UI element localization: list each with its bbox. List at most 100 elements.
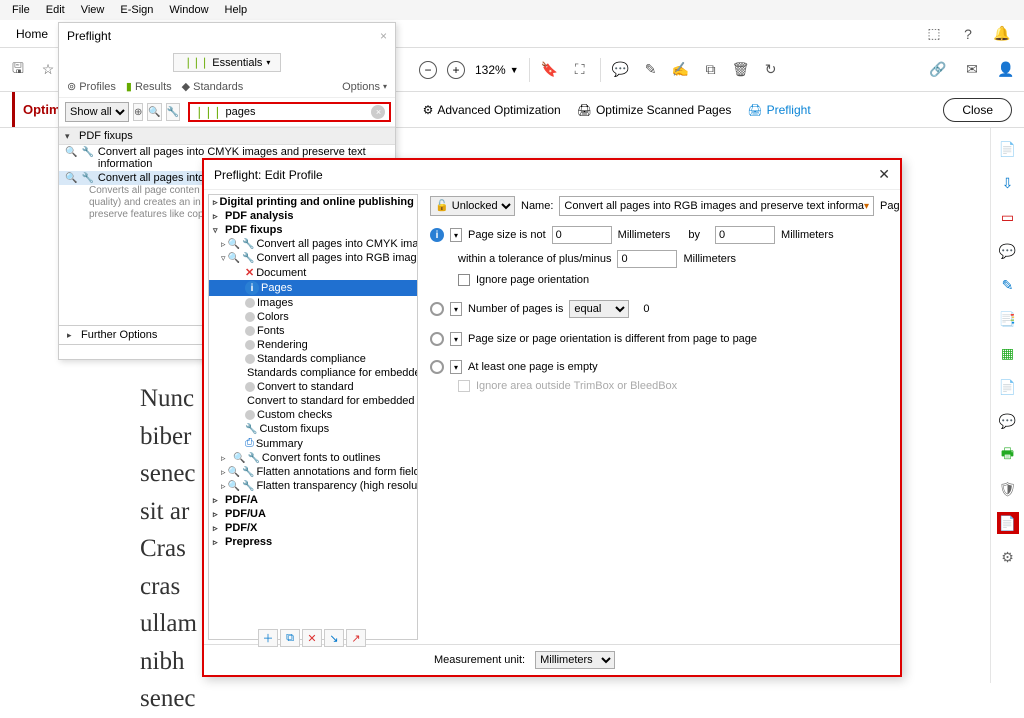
zoom-in-icon[interactable]: + <box>447 61 465 79</box>
highlight-icon[interactable]: ✎ <box>641 60 661 80</box>
tree-add-button[interactable]: ＋ <box>258 629 278 647</box>
ignore-trimbox-checkbox[interactable] <box>458 380 470 392</box>
filter-checks-icon[interactable] <box>147 103 161 121</box>
optimize-scanned[interactable]: 🖨Optimize Scanned Pages <box>577 103 732 117</box>
menu-esign[interactable]: E-Sign <box>112 2 161 18</box>
check-page-size-label: Page size is not <box>468 229 546 241</box>
filter-fixups-icon[interactable] <box>166 103 180 121</box>
check-num-pages-label: Number of pages is <box>468 303 563 315</box>
severity-radio[interactable] <box>430 302 444 316</box>
bars-icon <box>184 56 209 69</box>
dialog-close-icon[interactable]: ✕ <box>878 166 890 183</box>
preflight-button[interactable]: 🖨Preflight <box>747 103 810 117</box>
rail-shield-icon[interactable]: 🛡 <box>997 478 1019 500</box>
tree-import-button[interactable]: ↘ <box>324 629 344 647</box>
info-icon[interactable]: i <box>430 228 444 242</box>
account-icon[interactable]: 👤 <box>996 60 1016 80</box>
search-input[interactable] <box>225 106 367 118</box>
rail-compress-icon[interactable]: 💬 <box>997 410 1019 432</box>
essentials-dropdown[interactable]: Essentials▾ <box>173 53 282 72</box>
advanced-optimization[interactable]: ⚙Advanced Optimization <box>423 103 561 117</box>
page-width-input[interactable] <box>552 226 612 244</box>
star-icon[interactable]: ☆ <box>38 60 58 80</box>
dialog-title: Preflight: Edit Profile <box>214 168 323 182</box>
profile-name-field[interactable]: Convert all pages into RGB images and pr… <box>559 196 874 216</box>
magnifier-icon <box>65 172 77 184</box>
tolerance-input[interactable] <box>617 250 677 268</box>
close-button[interactable]: Close <box>943 98 1012 122</box>
rail-create-icon[interactable]: 📄 <box>997 138 1019 160</box>
sign-icon[interactable]: ✍ <box>671 60 691 80</box>
show-all-select[interactable]: Show all <box>65 102 129 122</box>
menubar: File Edit View E-Sign Window Help <box>0 0 1024 20</box>
profile-settings: 🔓 Unlocked /*placeholder*/ Name: Convert… <box>422 190 900 644</box>
wrench-icon <box>81 146 93 158</box>
tab-standards[interactable]: ◆Standards <box>182 80 244 93</box>
stamp2-icon[interactable]: ⧉ <box>701 60 721 80</box>
share-icon[interactable]: 🔗 <box>928 60 948 80</box>
name-label: Name: <box>521 200 553 212</box>
wrench-icon <box>81 172 93 184</box>
profile-tree[interactable]: ▹Digital printing and online publishing … <box>208 194 418 640</box>
magnifier-icon <box>65 146 77 158</box>
tree-delete-button[interactable]: ✕ <box>302 629 322 647</box>
rail-combine-icon[interactable]: 📑 <box>997 308 1019 330</box>
severity-dropdown[interactable]: ▾ <box>450 228 462 242</box>
lock-select[interactable]: 🔓 Unlocked <box>430 196 515 216</box>
num-pages-op[interactable]: equal <box>569 300 629 318</box>
check-diff-label: Page size or page orientation is differe… <box>468 333 757 345</box>
severity-radio[interactable] <box>430 332 444 346</box>
measurement-unit-label: Measurement unit: <box>434 654 525 666</box>
document-content: Nunc biber senec sit ar Cras cras ullam … <box>140 380 197 718</box>
tab-profiles[interactable]: ⊚Profiles <box>67 80 116 93</box>
save-icon[interactable]: 🖫 <box>8 60 28 80</box>
options-menu[interactable]: Options ▾ <box>342 81 387 93</box>
measurement-unit-select[interactable]: Millimeters <box>535 651 615 669</box>
preflight-title: Preflight <box>67 29 111 43</box>
home-tab[interactable]: Home <box>0 23 65 45</box>
stamp-icon[interactable]: ⬚ <box>924 24 944 44</box>
rotate-icon[interactable]: ↻ <box>761 60 781 80</box>
section-pdf-fixups[interactable]: ▾PDF fixups <box>59 127 395 145</box>
rail-comment-icon[interactable]: 💬 <box>997 240 1019 262</box>
zoom-out-icon[interactable]: − <box>419 61 437 79</box>
fit-icon[interactable]: ⛶ <box>570 60 590 80</box>
severity-dropdown[interactable]: ▾ <box>450 360 462 374</box>
rail-more-icon[interactable]: ⚙ <box>997 546 1019 568</box>
rail-protect-icon[interactable]: 📄 <box>997 376 1019 398</box>
menu-view[interactable]: View <box>73 2 113 18</box>
comment-icon[interactable]: 💬 <box>611 60 631 80</box>
tab-results[interactable]: ▮Results <box>126 80 172 93</box>
bell-icon[interactable]: 🔔 <box>992 24 1012 44</box>
tree-pages-selected[interactable]: iPages <box>209 280 417 296</box>
right-tools-rail: 📄 ⇩ ▭ 💬 ✎ 📑 ▦ 📄 💬 🖶 🛡 📄 ⚙ <box>990 128 1024 683</box>
ignore-orientation-checkbox[interactable] <box>458 274 470 286</box>
rail-export-icon[interactable]: ⇩ <box>997 172 1019 194</box>
severity-radio[interactable] <box>430 360 444 374</box>
menu-file[interactable]: File <box>4 2 38 18</box>
clear-icon[interactable]: × <box>371 105 385 119</box>
severity-dropdown[interactable]: ▾ <box>450 332 462 346</box>
edit-profile-dialog: Preflight: Edit Profile ✕ ▹Digital print… <box>202 158 902 677</box>
menu-window[interactable]: Window <box>161 2 216 18</box>
tree-duplicate-button[interactable]: ⧉ <box>280 629 300 647</box>
menu-edit[interactable]: Edit <box>38 2 73 18</box>
zoom-level[interactable]: 132% <box>475 63 506 77</box>
mail-icon[interactable]: ✉ <box>962 60 982 80</box>
page-indicator: Pages <box>880 200 900 212</box>
rail-optimize-icon[interactable]: 📄 <box>997 512 1019 534</box>
menu-help[interactable]: Help <box>217 2 256 18</box>
filter-profiles-icon[interactable]: ⊕ <box>133 103 143 121</box>
rail-redact-icon[interactable]: ▦ <box>997 342 1019 364</box>
page-height-input[interactable] <box>715 226 775 244</box>
preflight-search[interactable]: × <box>188 102 391 122</box>
rail-organize-icon[interactable]: ✎ <box>997 274 1019 296</box>
severity-dropdown[interactable]: ▾ <box>450 302 462 316</box>
preflight-close-icon[interactable]: × <box>380 29 387 43</box>
bookmark-icon[interactable]: 🔖 <box>540 60 560 80</box>
help-icon[interactable]: ? <box>958 24 978 44</box>
delete-icon[interactable]: 🗑 <box>731 60 751 80</box>
tree-export-button[interactable]: ↗ <box>346 629 366 647</box>
rail-edit-icon[interactable]: ▭ <box>997 206 1019 228</box>
rail-fill-icon[interactable]: 🖶 <box>997 444 1019 466</box>
